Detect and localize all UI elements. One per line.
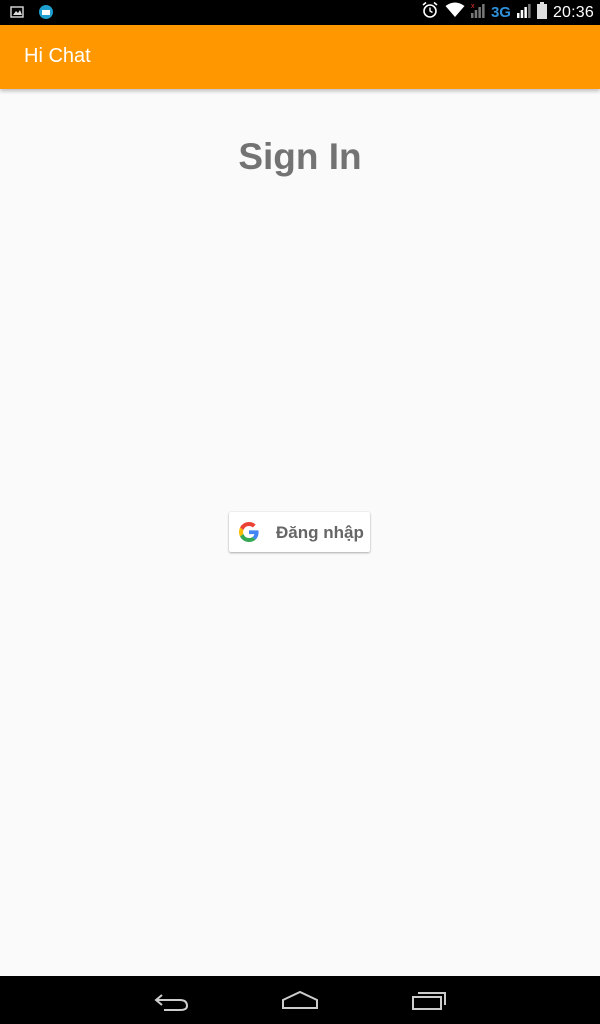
app-bar: Hi Chat [0,25,600,89]
signal-icon-2 [516,2,531,23]
battery-icon [536,1,547,24]
screen: x 3G 20:36 Hi Chat Sign In Đăng nhập [0,0,600,1024]
wifi-icon [445,2,465,23]
status-time: 20:36 [552,3,594,21]
google-logo-icon [239,522,259,542]
back-button[interactable] [152,986,192,1014]
google-sign-in-label: Đăng nhập [276,523,364,542]
signal-icon: x [470,2,485,23]
page-title: Sign In [238,136,362,177]
status-left [10,4,54,25]
home-icon [280,990,320,1018]
home-button[interactable] [280,986,320,1014]
alarm-icon [421,1,439,24]
recents-button[interactable] [410,986,450,1014]
image-notification-icon [10,5,24,24]
nav-bar [0,976,600,1024]
status-right: x 3G 20:36 [421,1,594,24]
network-type: 3G [490,4,511,21]
google-sign-in-button[interactable]: Đăng nhập [229,512,370,552]
app-title: Hi Chat [24,45,91,67]
svg-text:x: x [471,3,475,10]
back-icon [152,994,192,1018]
status-bar: x 3G 20:36 [0,0,600,25]
recents-icon [410,992,450,1018]
app-notification-icon [38,4,54,25]
